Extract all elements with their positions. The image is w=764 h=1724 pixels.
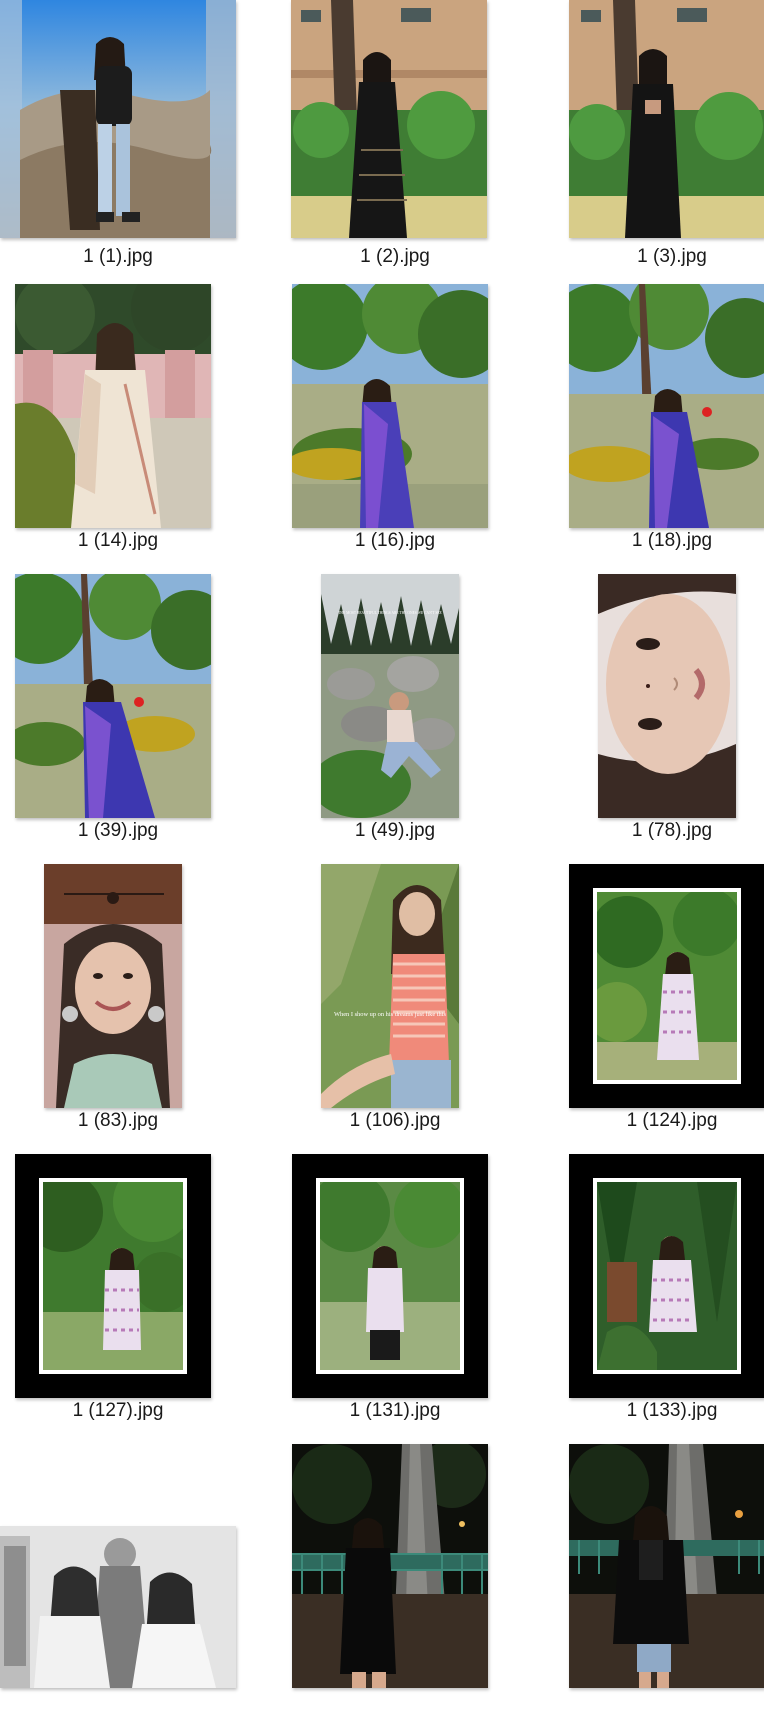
thumbnail-area — [0, 1444, 236, 1688]
black-frame-thumbnail[interactable] — [569, 1154, 764, 1398]
black-frame-thumbnail[interactable] — [292, 1154, 488, 1398]
thumbnail-grid: 1 (1).jpg 1 (2).jpg 1 (3).jpg 1 (14).jpg… — [0, 0, 764, 1688]
thumbnail-area — [277, 1444, 513, 1688]
file-name-label: 1 (124).jpg — [626, 1110, 718, 1131]
file-tile[interactable]: 1 (131).jpg — [277, 1154, 513, 1434]
file-name-label: 1 (106).jpg — [349, 1110, 441, 1131]
file-tile[interactable]: 1 (1).jpg — [0, 0, 236, 280]
file-tile[interactable] — [277, 1444, 513, 1724]
thumbnail-area — [554, 284, 764, 528]
thumbnail-area — [0, 1154, 236, 1398]
photo-thumbnail[interactable] — [569, 284, 764, 528]
framed-photo — [597, 1182, 737, 1370]
file-name-label: 1 (83).jpg — [77, 1110, 159, 1131]
file-name-label: 1 (1).jpg — [83, 246, 153, 267]
photo-thumbnail[interactable] — [44, 864, 182, 1108]
file-name-label: 1 (14).jpg — [77, 530, 159, 551]
photo-thumbnail[interactable] — [15, 284, 211, 528]
thumbnail-area — [554, 1444, 764, 1688]
thumbnail-area — [0, 284, 236, 528]
photo-thumbnail[interactable] — [291, 0, 487, 238]
thumbnail-area — [0, 0, 236, 240]
photo-thumbnail[interactable] — [292, 284, 488, 528]
photo-thumbnail[interactable] — [292, 1444, 488, 1688]
photo-thumbnail[interactable]: When I show up on his dreams just like t… — [321, 864, 459, 1108]
file-name-label: 1 (133).jpg — [626, 1400, 718, 1421]
thumbnail-area — [0, 574, 236, 818]
framed-photo — [43, 1182, 183, 1370]
photo-thumbnail[interactable] — [15, 574, 211, 818]
file-tile[interactable]: 1 (16).jpg — [277, 284, 513, 564]
overlay-caption-text: THE MOST BEAUTIFUL THINGS ARE THE ONES W… — [338, 611, 442, 615]
file-tile[interactable]: 1 (124).jpg — [554, 864, 764, 1144]
file-tile[interactable]: THE MOST BEAUTIFUL THINGS ARE THE ONES W… — [277, 574, 513, 854]
photo-thumbnail[interactable] — [0, 1526, 236, 1688]
file-tile[interactable]: 1 (83).jpg — [0, 864, 236, 1144]
file-name-label: 1 (16).jpg — [354, 530, 436, 551]
file-tile[interactable] — [554, 1444, 764, 1724]
file-tile[interactable]: 1 (78).jpg — [554, 574, 764, 854]
file-name-label: 1 (131).jpg — [349, 1400, 441, 1421]
file-name-label: 1 (78).jpg — [631, 820, 713, 841]
overlay-caption-text: When I show up on his dreams just like t… — [334, 1011, 447, 1018]
file-name-label: 1 (18).jpg — [631, 530, 713, 551]
file-tile[interactable]: 1 (18).jpg — [554, 284, 764, 564]
thumbnail-area — [277, 0, 513, 240]
file-tile[interactable]: When I show up on his dreams just like t… — [277, 864, 513, 1144]
thumbnail-area — [554, 574, 764, 818]
black-frame-thumbnail[interactable] — [569, 864, 764, 1108]
file-tile[interactable]: 1 (133).jpg — [554, 1154, 764, 1434]
thumbnail-area — [554, 1154, 764, 1398]
file-tile[interactable]: 1 (2).jpg — [277, 0, 513, 280]
file-tile[interactable]: 1 (39).jpg — [0, 574, 236, 854]
photo-thumbnail[interactable] — [569, 1444, 764, 1688]
framed-photo — [597, 892, 737, 1080]
thumbnail-area: THE MOST BEAUTIFUL THINGS ARE THE ONES W… — [277, 574, 513, 818]
file-name-label: 1 (2).jpg — [360, 246, 430, 267]
black-frame-thumbnail[interactable] — [15, 1154, 211, 1398]
file-tile[interactable]: 1 (3).jpg — [554, 0, 764, 280]
thumbnail-area — [277, 1154, 513, 1398]
thumbnail-area — [277, 284, 513, 528]
framed-photo — [320, 1182, 460, 1370]
photo-thumbnail[interactable] — [598, 574, 736, 818]
file-name-label: 1 (127).jpg — [72, 1400, 164, 1421]
photo-thumbnail[interactable] — [569, 0, 764, 238]
file-name-label: 1 (39).jpg — [77, 820, 159, 841]
thumbnail-area — [554, 0, 764, 240]
thumbnail-area — [554, 864, 764, 1108]
file-tile[interactable]: 1 (14).jpg — [0, 284, 236, 564]
thumbnail-area: When I show up on his dreams just like t… — [277, 864, 513, 1108]
file-name-label: 1 (3).jpg — [637, 246, 707, 267]
photo-thumbnail[interactable]: THE MOST BEAUTIFUL THINGS ARE THE ONES W… — [321, 574, 459, 818]
thumbnail-area — [0, 864, 236, 1108]
file-tile[interactable] — [0, 1444, 236, 1724]
photo-thumbnail[interactable] — [0, 0, 236, 238]
file-tile[interactable]: 1 (127).jpg — [0, 1154, 236, 1434]
file-name-label: 1 (49).jpg — [354, 820, 436, 841]
